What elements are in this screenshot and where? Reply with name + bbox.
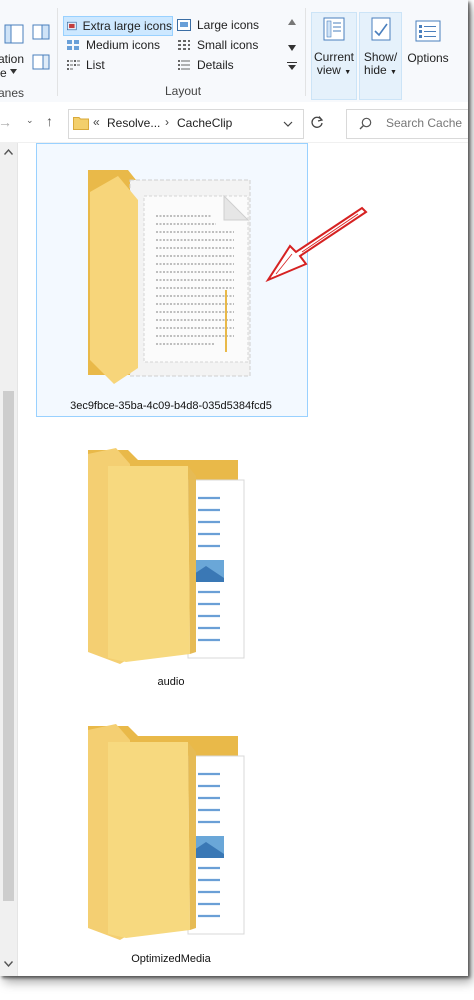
gallery-up-arrow-icon[interactable] <box>288 19 296 25</box>
options-icon <box>415 20 441 42</box>
annotation-arrow-icon <box>265 206 368 283</box>
search-input[interactable]: Search Cache <box>386 116 462 130</box>
gallery-more-icon[interactable] <box>287 61 297 71</box>
address-bar[interactable]: « Resolve... › CacheClip <box>68 109 304 139</box>
details-option[interactable]: Details <box>174 56 284 74</box>
options-button[interactable]: Options <box>404 12 452 98</box>
chevron-down-icon: ▼ <box>390 69 397 76</box>
chevron-down-icon[interactable] <box>10 69 17 74</box>
small-icons-option[interactable]: Small icons <box>174 36 284 54</box>
search-box[interactable]: Search Cache <box>346 109 468 139</box>
options-label: Options <box>407 51 449 65</box>
breadcrumb-parent[interactable]: Resolve... <box>107 116 160 130</box>
current-view-button[interactable]: Current view ▼ <box>311 12 357 100</box>
chevron-down-icon: ▼ <box>344 69 352 76</box>
search-icon <box>359 117 372 130</box>
large-icons-icon <box>177 19 191 31</box>
folder-small-icon <box>73 117 89 130</box>
current-view-icon <box>323 17 345 41</box>
medium-icons-label: Medium icons <box>86 38 161 52</box>
extra-large-icons-label: Extra large icons <box>82 19 172 33</box>
layout-group-label: Layout <box>165 84 202 98</box>
large-icons-label: Large icons <box>197 18 260 32</box>
extra-large-icons-option[interactable]: Extra large icons <box>63 16 173 36</box>
explorer-window: ation e anes Extra large icons Large ico… <box>0 0 468 976</box>
recent-locations-chevron-icon[interactable]: ⌄ <box>26 115 34 126</box>
chevron-down-icon[interactable] <box>283 121 293 127</box>
gallery-down-arrow-icon[interactable] <box>288 45 296 51</box>
breadcrumb-separator[interactable]: › <box>165 115 169 129</box>
file-name-label: audio <box>157 676 185 688</box>
scroll-down-arrow-icon[interactable] <box>4 961 13 967</box>
extra-large-icons-icon <box>67 21 77 31</box>
list-label: List <box>86 58 105 72</box>
small-icons-label: Small icons <box>197 38 259 52</box>
current-view-label-2: view <box>316 63 341 77</box>
scroll-up-arrow-icon[interactable] <box>4 149 13 155</box>
file-name-label: 3ec9fbce-35ba-4c09-b4d8-035d5384fcd5 <box>70 400 272 412</box>
navigation-pane-icon[interactable] <box>4 24 24 44</box>
breadcrumb-current[interactable]: CacheClip <box>177 116 232 130</box>
list-option[interactable]: List <box>63 56 171 74</box>
vertical-scrollbar[interactable] <box>0 143 18 976</box>
breadcrumb-overflow[interactable]: « <box>93 115 100 129</box>
details-label: Details <box>197 58 234 72</box>
up-arrow-icon[interactable]: ↑ <box>46 113 53 129</box>
details-pane-icon[interactable] <box>32 54 50 70</box>
large-icons-option[interactable]: Large icons <box>174 16 284 34</box>
details-view-icon <box>178 60 190 70</box>
navigation-pane-label-2[interactable]: e <box>0 66 7 80</box>
forward-arrow-icon[interactable]: → <box>0 114 12 130</box>
ribbon: ation e anes Extra large icons Large ico… <box>0 0 468 103</box>
list-view-icon <box>67 60 80 70</box>
panes-group-label: anes <box>0 86 25 100</box>
folder-icon[interactable] <box>86 722 254 944</box>
scrollbar-thumb[interactable] <box>3 391 14 901</box>
show-hide-icon <box>371 17 390 41</box>
ribbon-separator <box>305 8 306 96</box>
ribbon-separator <box>57 8 58 96</box>
refresh-icon[interactable] <box>310 115 324 129</box>
navigation-pane-label[interactable]: ation <box>0 52 24 66</box>
folder-icon[interactable] <box>86 446 254 668</box>
medium-icons-option[interactable]: Medium icons <box>63 36 171 54</box>
small-icons-icon <box>178 40 190 50</box>
preview-pane-icon[interactable] <box>32 24 50 40</box>
show-hide-label-2: hide <box>364 63 387 77</box>
folder-with-document-icon <box>88 170 251 384</box>
file-name-label: OptimizedMedia <box>131 953 211 965</box>
medium-icons-icon <box>67 40 79 50</box>
navigation-bar: → ⌄ ↑ « Resolve... › CacheClip Search Ca… <box>0 102 468 143</box>
show-hide-button[interactable]: Show/ hide ▼ <box>359 12 402 100</box>
layout-group: Extra large icons Large icons Medium ico… <box>62 15 302 77</box>
